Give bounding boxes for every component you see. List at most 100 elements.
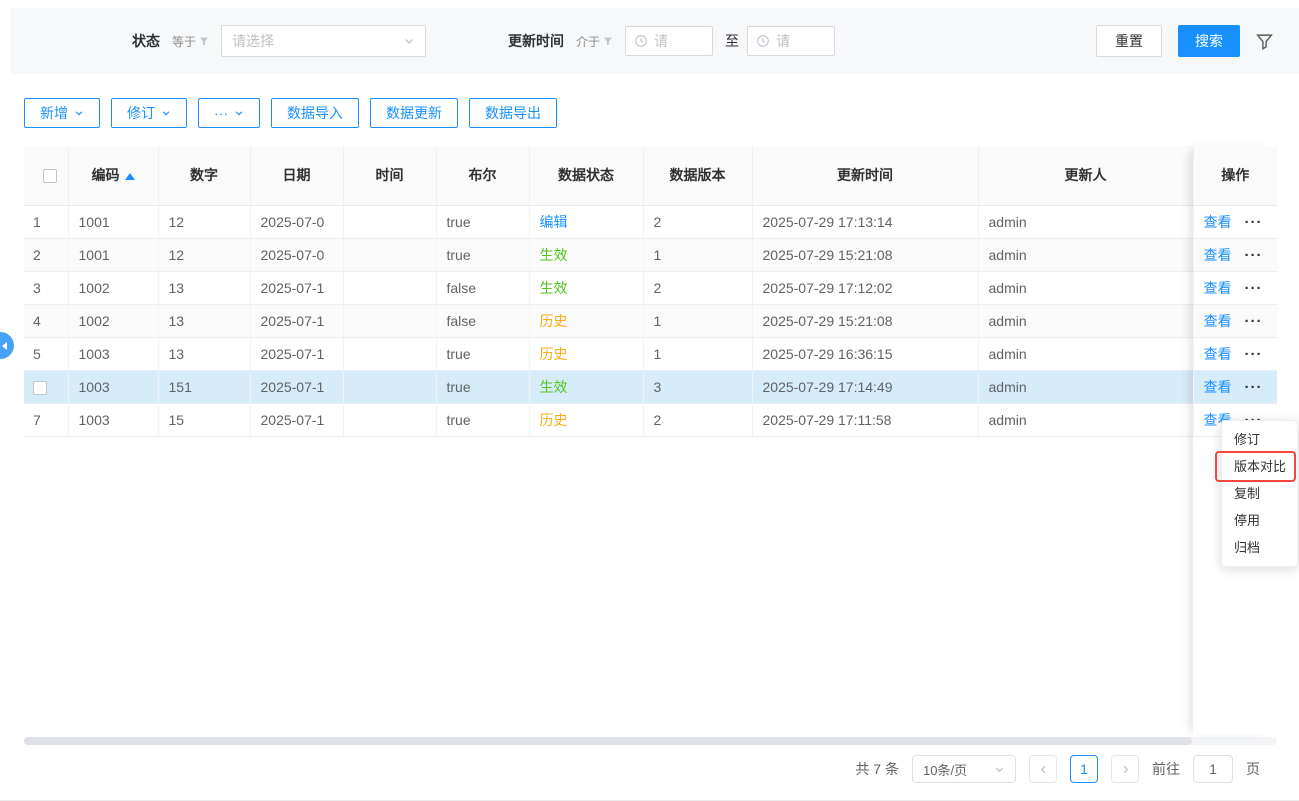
cell-status: 历史 [529, 337, 643, 370]
select-all-header[interactable] [24, 146, 68, 205]
cell-date: 2025-07-1 [250, 304, 343, 337]
toolbar-button[interactable]: 数据更新 [370, 98, 458, 128]
cell-status: 生效 [529, 238, 643, 271]
more-actions-icon[interactable]: ··· [1245, 214, 1263, 231]
chevron-down-icon [74, 108, 84, 118]
cell-number: 13 [158, 337, 250, 370]
cell-actions: 查看 ··· [1193, 304, 1277, 337]
cell-version: 1 [643, 238, 752, 271]
page-number-current[interactable]: 1 [1070, 755, 1098, 783]
table-row[interactable]: 11001122025-07-0true编辑22025-07-29 17:13:… [24, 205, 1277, 238]
context-menu-item[interactable]: 修订 [1222, 426, 1297, 453]
horizontal-scrollbar[interactable] [24, 737, 1277, 745]
table-row[interactable]: 21001122025-07-0true生效12025-07-29 15:21:… [24, 238, 1277, 271]
context-menu-item[interactable]: 版本对比 [1222, 453, 1297, 480]
page-size-select[interactable]: 10条/页 [912, 755, 1016, 783]
prev-page-button[interactable] [1029, 755, 1057, 783]
view-link[interactable]: 查看 [1204, 280, 1232, 296]
cell-updated-by: admin [978, 205, 1193, 238]
cell-bool: true [436, 403, 529, 436]
cell-updated-by: admin [978, 304, 1193, 337]
cell-updated-at: 2025-07-29 16:36:15 [752, 337, 978, 370]
column-header-actions: 操作 [1193, 146, 1277, 205]
context-menu-item[interactable]: 停用 [1222, 507, 1297, 534]
status-text: 编辑 [540, 214, 568, 230]
view-link[interactable]: 查看 [1204, 346, 1232, 362]
row-index-cell: 2 [24, 238, 68, 271]
cell-updated-by: admin [978, 271, 1193, 304]
sort-asc-icon [125, 173, 135, 180]
row-checkbox[interactable] [33, 381, 47, 395]
view-link[interactable]: 查看 [1204, 247, 1232, 263]
panel-collapse-handle[interactable] [0, 332, 14, 359]
column-header-status: 数据状态 [529, 146, 643, 205]
cell-updated-at: 2025-07-29 17:13:14 [752, 205, 978, 238]
more-actions-icon[interactable]: ··· [1245, 313, 1263, 330]
cell-updated-by: admin [978, 370, 1193, 403]
goto-page-input[interactable] [1193, 755, 1233, 783]
column-header-code[interactable]: 编码 [68, 146, 158, 205]
context-menu-item[interactable]: 归档 [1222, 534, 1297, 561]
table-row[interactable]: 71003152025-07-1true历史22025-07-29 17:11:… [24, 403, 1277, 436]
cell-status: 生效 [529, 271, 643, 304]
toolbar-button-label: ··· [214, 105, 228, 121]
table-row[interactable]: 51003132025-07-1true历史12025-07-29 16:36:… [24, 337, 1277, 370]
update-time-filter-label: 更新时间 [508, 31, 564, 51]
scrollbar-thumb[interactable] [24, 737, 1192, 745]
more-actions-icon[interactable]: ··· [1245, 247, 1263, 264]
search-button[interactable]: 搜索 [1178, 25, 1240, 57]
cell-time [343, 337, 436, 370]
advanced-filter-funnel-icon[interactable] [1256, 33, 1273, 50]
table-row[interactable]: 10031512025-07-1true生效32025-07-29 17:14:… [24, 370, 1277, 403]
more-actions-icon[interactable]: ··· [1245, 280, 1263, 297]
table-row[interactable]: 31002132025-07-1false生效22025-07-29 17:12… [24, 271, 1277, 304]
toolbar-button[interactable]: ··· [198, 98, 260, 128]
data-table: 编码 数字 日期 时间 布尔 数据状态 数据版本 更新时间 更新人 操作 110… [24, 146, 1277, 437]
cell-time [343, 205, 436, 238]
clock-icon [634, 34, 648, 48]
toolbar-button[interactable]: 数据导出 [469, 98, 557, 128]
table-row[interactable]: 41002132025-07-1false历史12025-07-29 15:21… [24, 304, 1277, 337]
select-all-checkbox[interactable] [43, 169, 57, 183]
toolbar-button-label: 新增 [40, 103, 68, 123]
row-checkbox-cell[interactable] [24, 370, 68, 403]
status-text: 生效 [540, 280, 568, 296]
row-index-cell: 5 [24, 337, 68, 370]
chevron-down-icon [234, 108, 244, 118]
cell-time [343, 304, 436, 337]
cell-time [343, 370, 436, 403]
more-actions-icon[interactable]: ··· [1245, 379, 1263, 396]
view-link[interactable]: 查看 [1204, 313, 1232, 329]
next-page-button[interactable] [1111, 755, 1139, 783]
toolbar-button[interactable]: 修订 [111, 98, 187, 128]
column-header-updated-by: 更新人 [978, 146, 1193, 205]
view-link[interactable]: 查看 [1204, 214, 1232, 230]
status-operator[interactable]: 等于 [172, 33, 209, 50]
cell-bool: true [436, 238, 529, 271]
cell-code: 1003 [68, 370, 158, 403]
cell-version: 1 [643, 304, 752, 337]
reset-button[interactable]: 重置 [1096, 25, 1162, 57]
time-start-placeholder: 请 [654, 31, 668, 51]
status-select[interactable]: 请选择 [221, 25, 426, 57]
time-end-input[interactable]: 请 [747, 26, 835, 56]
toolbar-button[interactable]: 新增 [24, 98, 100, 128]
chevron-left-icon [2, 342, 7, 350]
time-operator[interactable]: 介于 [576, 33, 613, 50]
view-link[interactable]: 查看 [1204, 379, 1232, 395]
toolbar-button-label: 数据更新 [386, 103, 442, 123]
cell-date: 2025-07-1 [250, 271, 343, 304]
more-actions-icon[interactable]: ··· [1245, 346, 1263, 363]
cell-date: 2025-07-1 [250, 370, 343, 403]
cell-code: 1002 [68, 271, 158, 304]
chevron-down-icon [994, 764, 1005, 775]
context-menu-item[interactable]: 复制 [1222, 480, 1297, 507]
status-text: 历史 [540, 346, 568, 362]
cell-actions: 查看 ··· [1193, 205, 1277, 238]
time-start-input[interactable]: 请 [625, 26, 713, 56]
cell-code: 1003 [68, 337, 158, 370]
cell-status: 历史 [529, 304, 643, 337]
cell-time [343, 271, 436, 304]
toolbar-button[interactable]: 数据导入 [271, 98, 359, 128]
cell-bool: true [436, 370, 529, 403]
